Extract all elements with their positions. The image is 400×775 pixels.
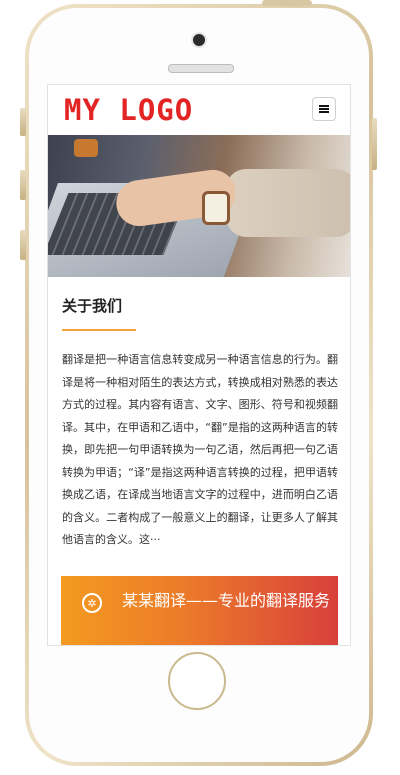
earpiece-speaker [168,64,234,73]
volume-up-button [20,170,26,200]
wristwatch-graphic [202,191,230,225]
mute-switch [20,108,26,136]
title-underline [62,329,136,331]
about-section: 关于我们 翻译是把一种语言信息转变成另一种语言信息的行为。翻译是将一种相对陌生的… [48,277,350,645]
site-logo[interactable]: MY LOGO [64,93,193,127]
banner-text: 某某翻译——专业的翻译服务 [121,591,330,610]
hamburger-icon [319,105,329,113]
service-banner[interactable]: ✲ 某某翻译——专业的翻译服务 [61,576,338,645]
coffee-cup-graphic [74,139,98,157]
hero-image [48,135,350,277]
menu-toggle-button[interactable] [312,97,336,121]
side-button-right [372,118,377,170]
gear-icon: ✲ [82,593,102,613]
about-paragraph: 翻译是把一种语言信息转变成另一种语言信息的行为。翻译是将一种相对陌生的表达方式，… [62,353,338,546]
sleeve-graphic [226,169,350,237]
phone-screen: MY LOGO 关于我们 翻译是把一种语言信息转变成另一种语言信息的行为。翻译是… [47,84,351,646]
home-button[interactable] [168,652,226,710]
site-header: MY LOGO [48,85,350,135]
front-camera [193,34,205,46]
power-button [262,0,312,6]
section-title: 关于我们 [62,297,123,315]
volume-down-button [20,230,26,260]
